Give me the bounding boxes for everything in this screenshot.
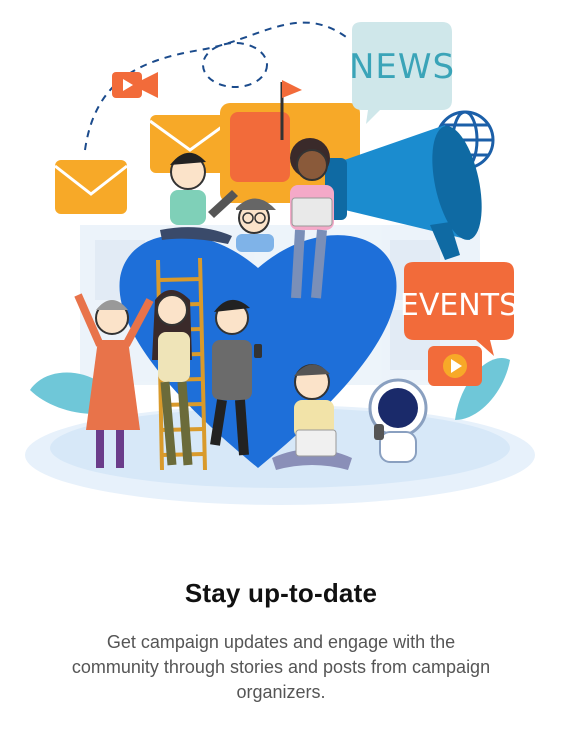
news-bubble: NEWS (349, 22, 455, 124)
video-camera-icon (112, 72, 158, 98)
news-label: NEWS (349, 47, 455, 87)
play-icon (428, 346, 482, 386)
page-description: Get campaign updates and engage with the… (71, 632, 491, 702)
page-title: Stay up-to-date (184, 578, 378, 608)
onboarding-illustration: NEWS EVENTS (0, 0, 562, 540)
events-label: EVENTS (400, 288, 518, 323)
envelope-icon (54, 160, 128, 214)
